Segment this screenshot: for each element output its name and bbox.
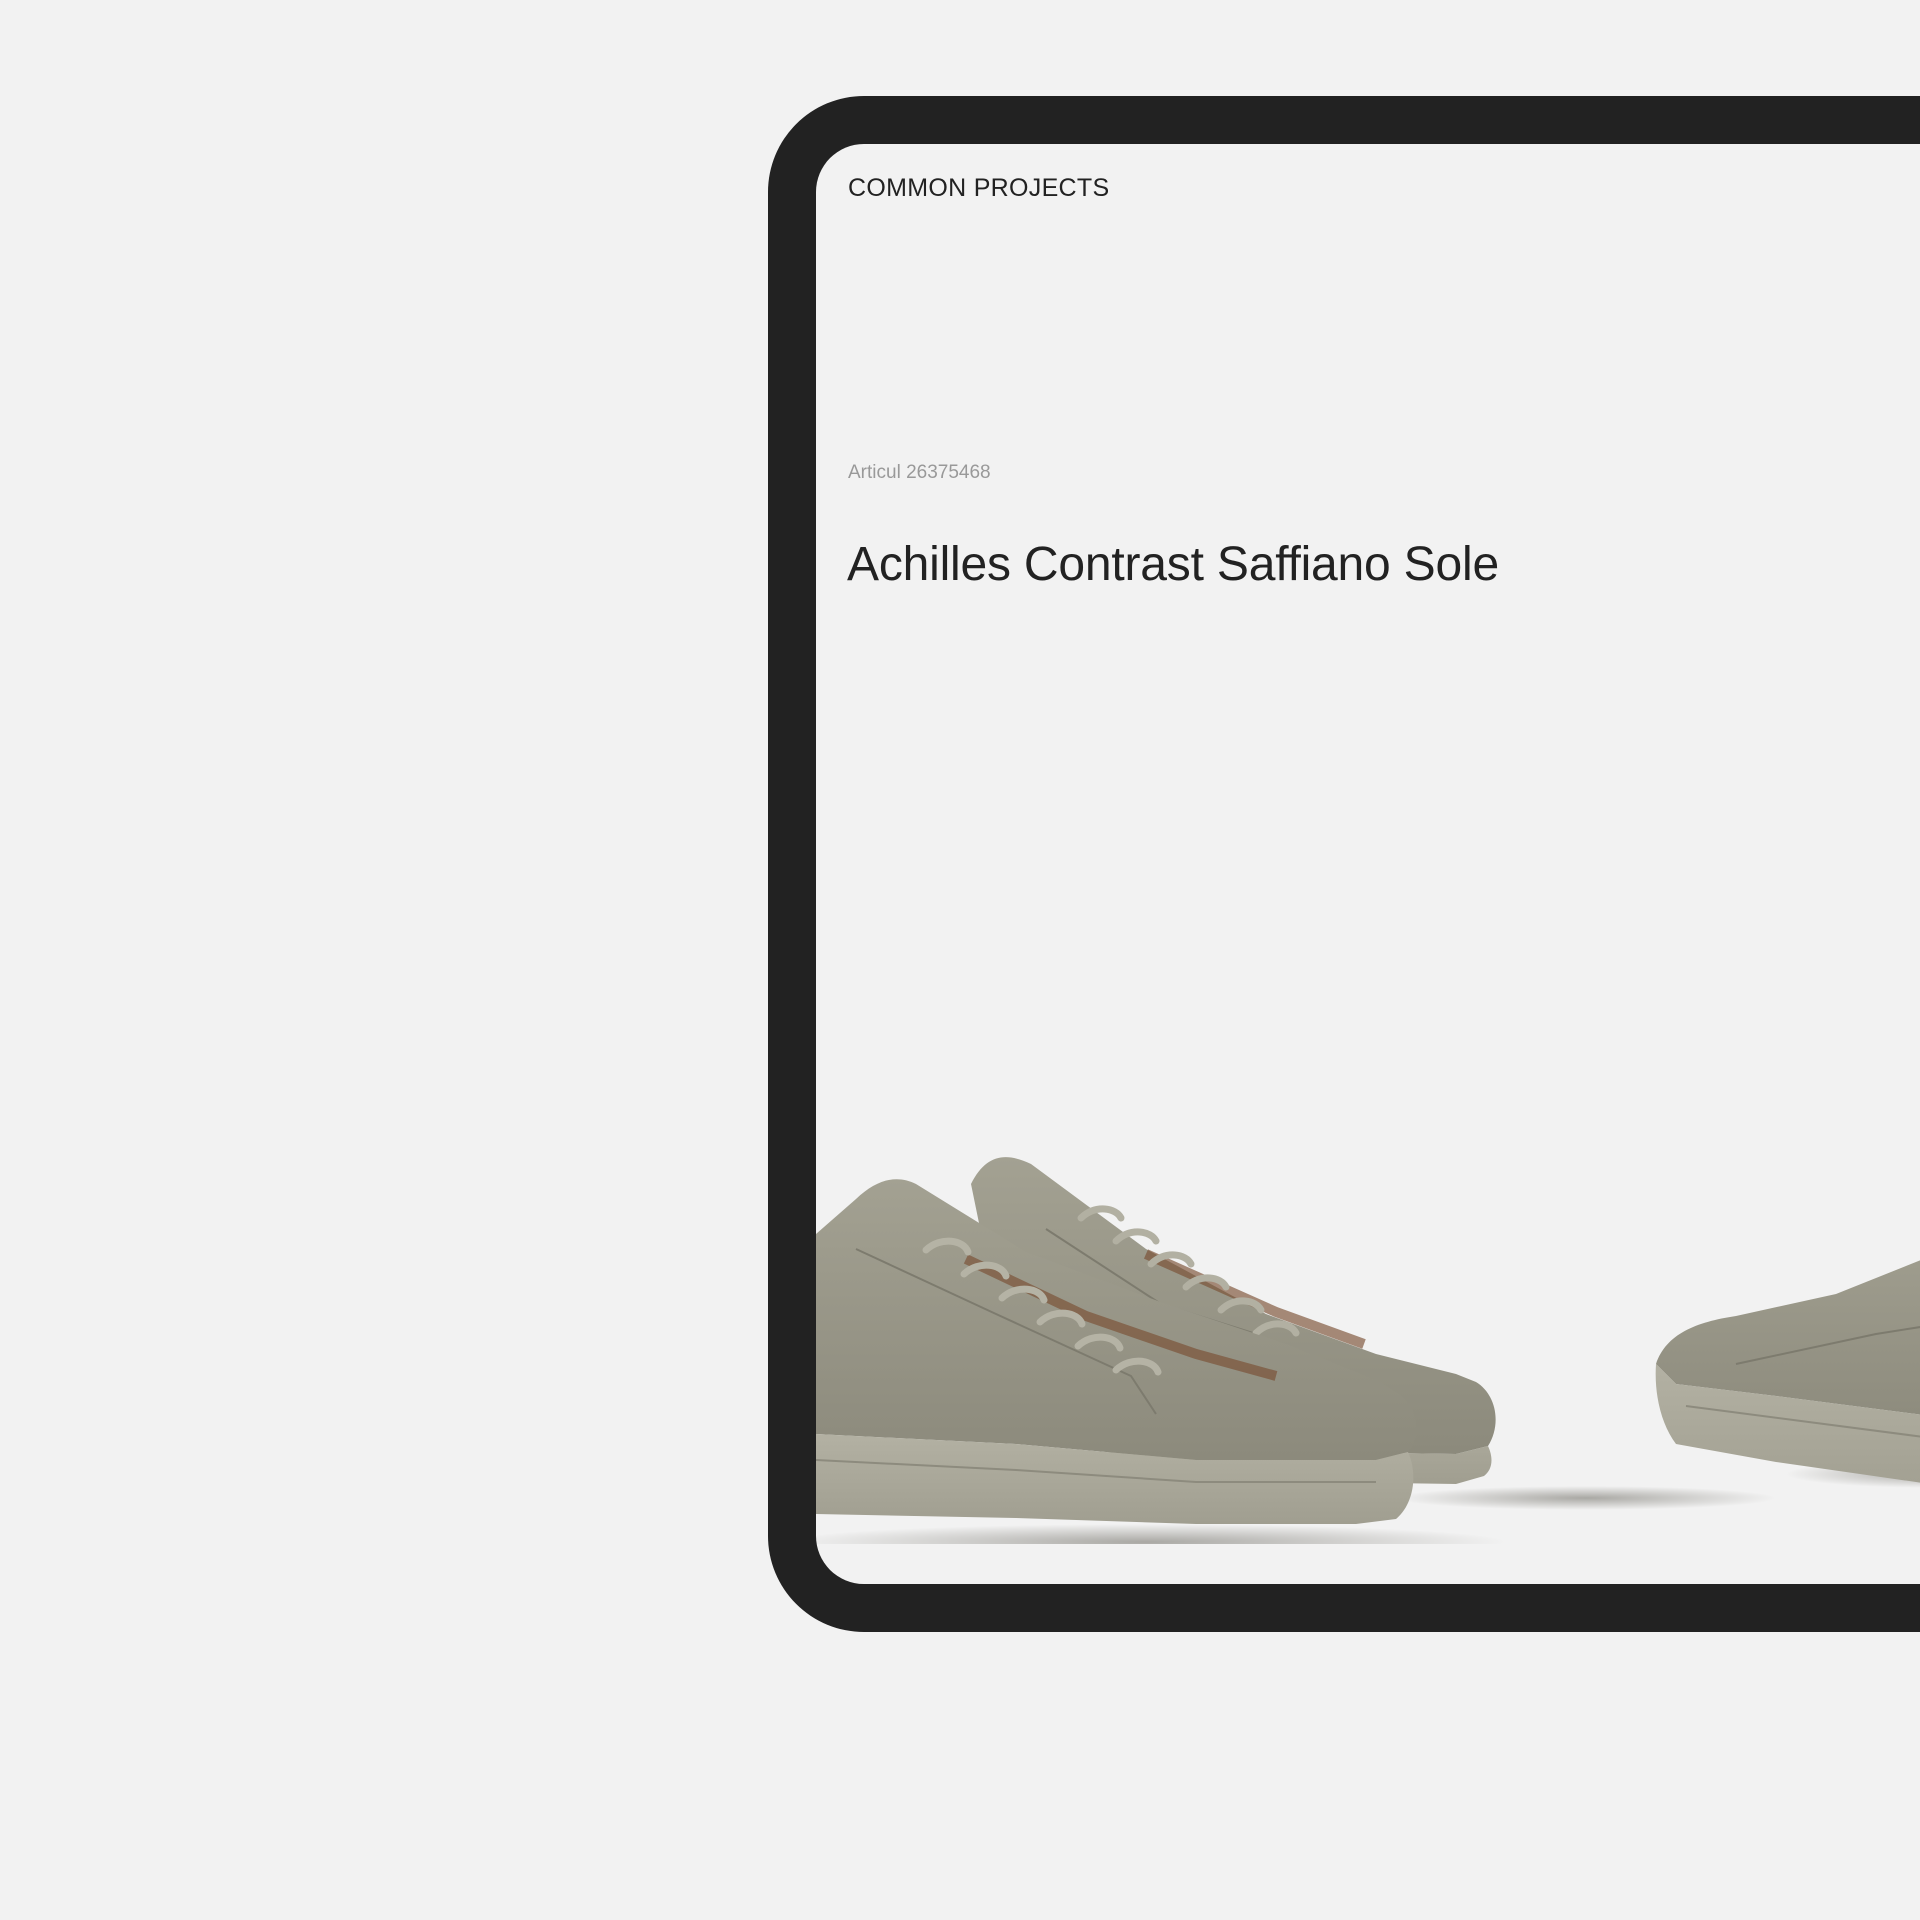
article-number: Articul 26375468 — [848, 462, 991, 483]
product-title: Achilles Contrast Saffiano Sole — [847, 538, 1499, 591]
page: COMMON PROJECTS Articul 26375468 Achille… — [0, 0, 1920, 1920]
sneaker-pair-image — [816, 1157, 1920, 1544]
brand-logo[interactable]: COMMON PROJECTS — [848, 174, 1109, 203]
side-sneaker — [1655, 1260, 1920, 1483]
tablet-screen: COMMON PROJECTS Articul 26375468 Achille… — [816, 144, 1920, 1584]
